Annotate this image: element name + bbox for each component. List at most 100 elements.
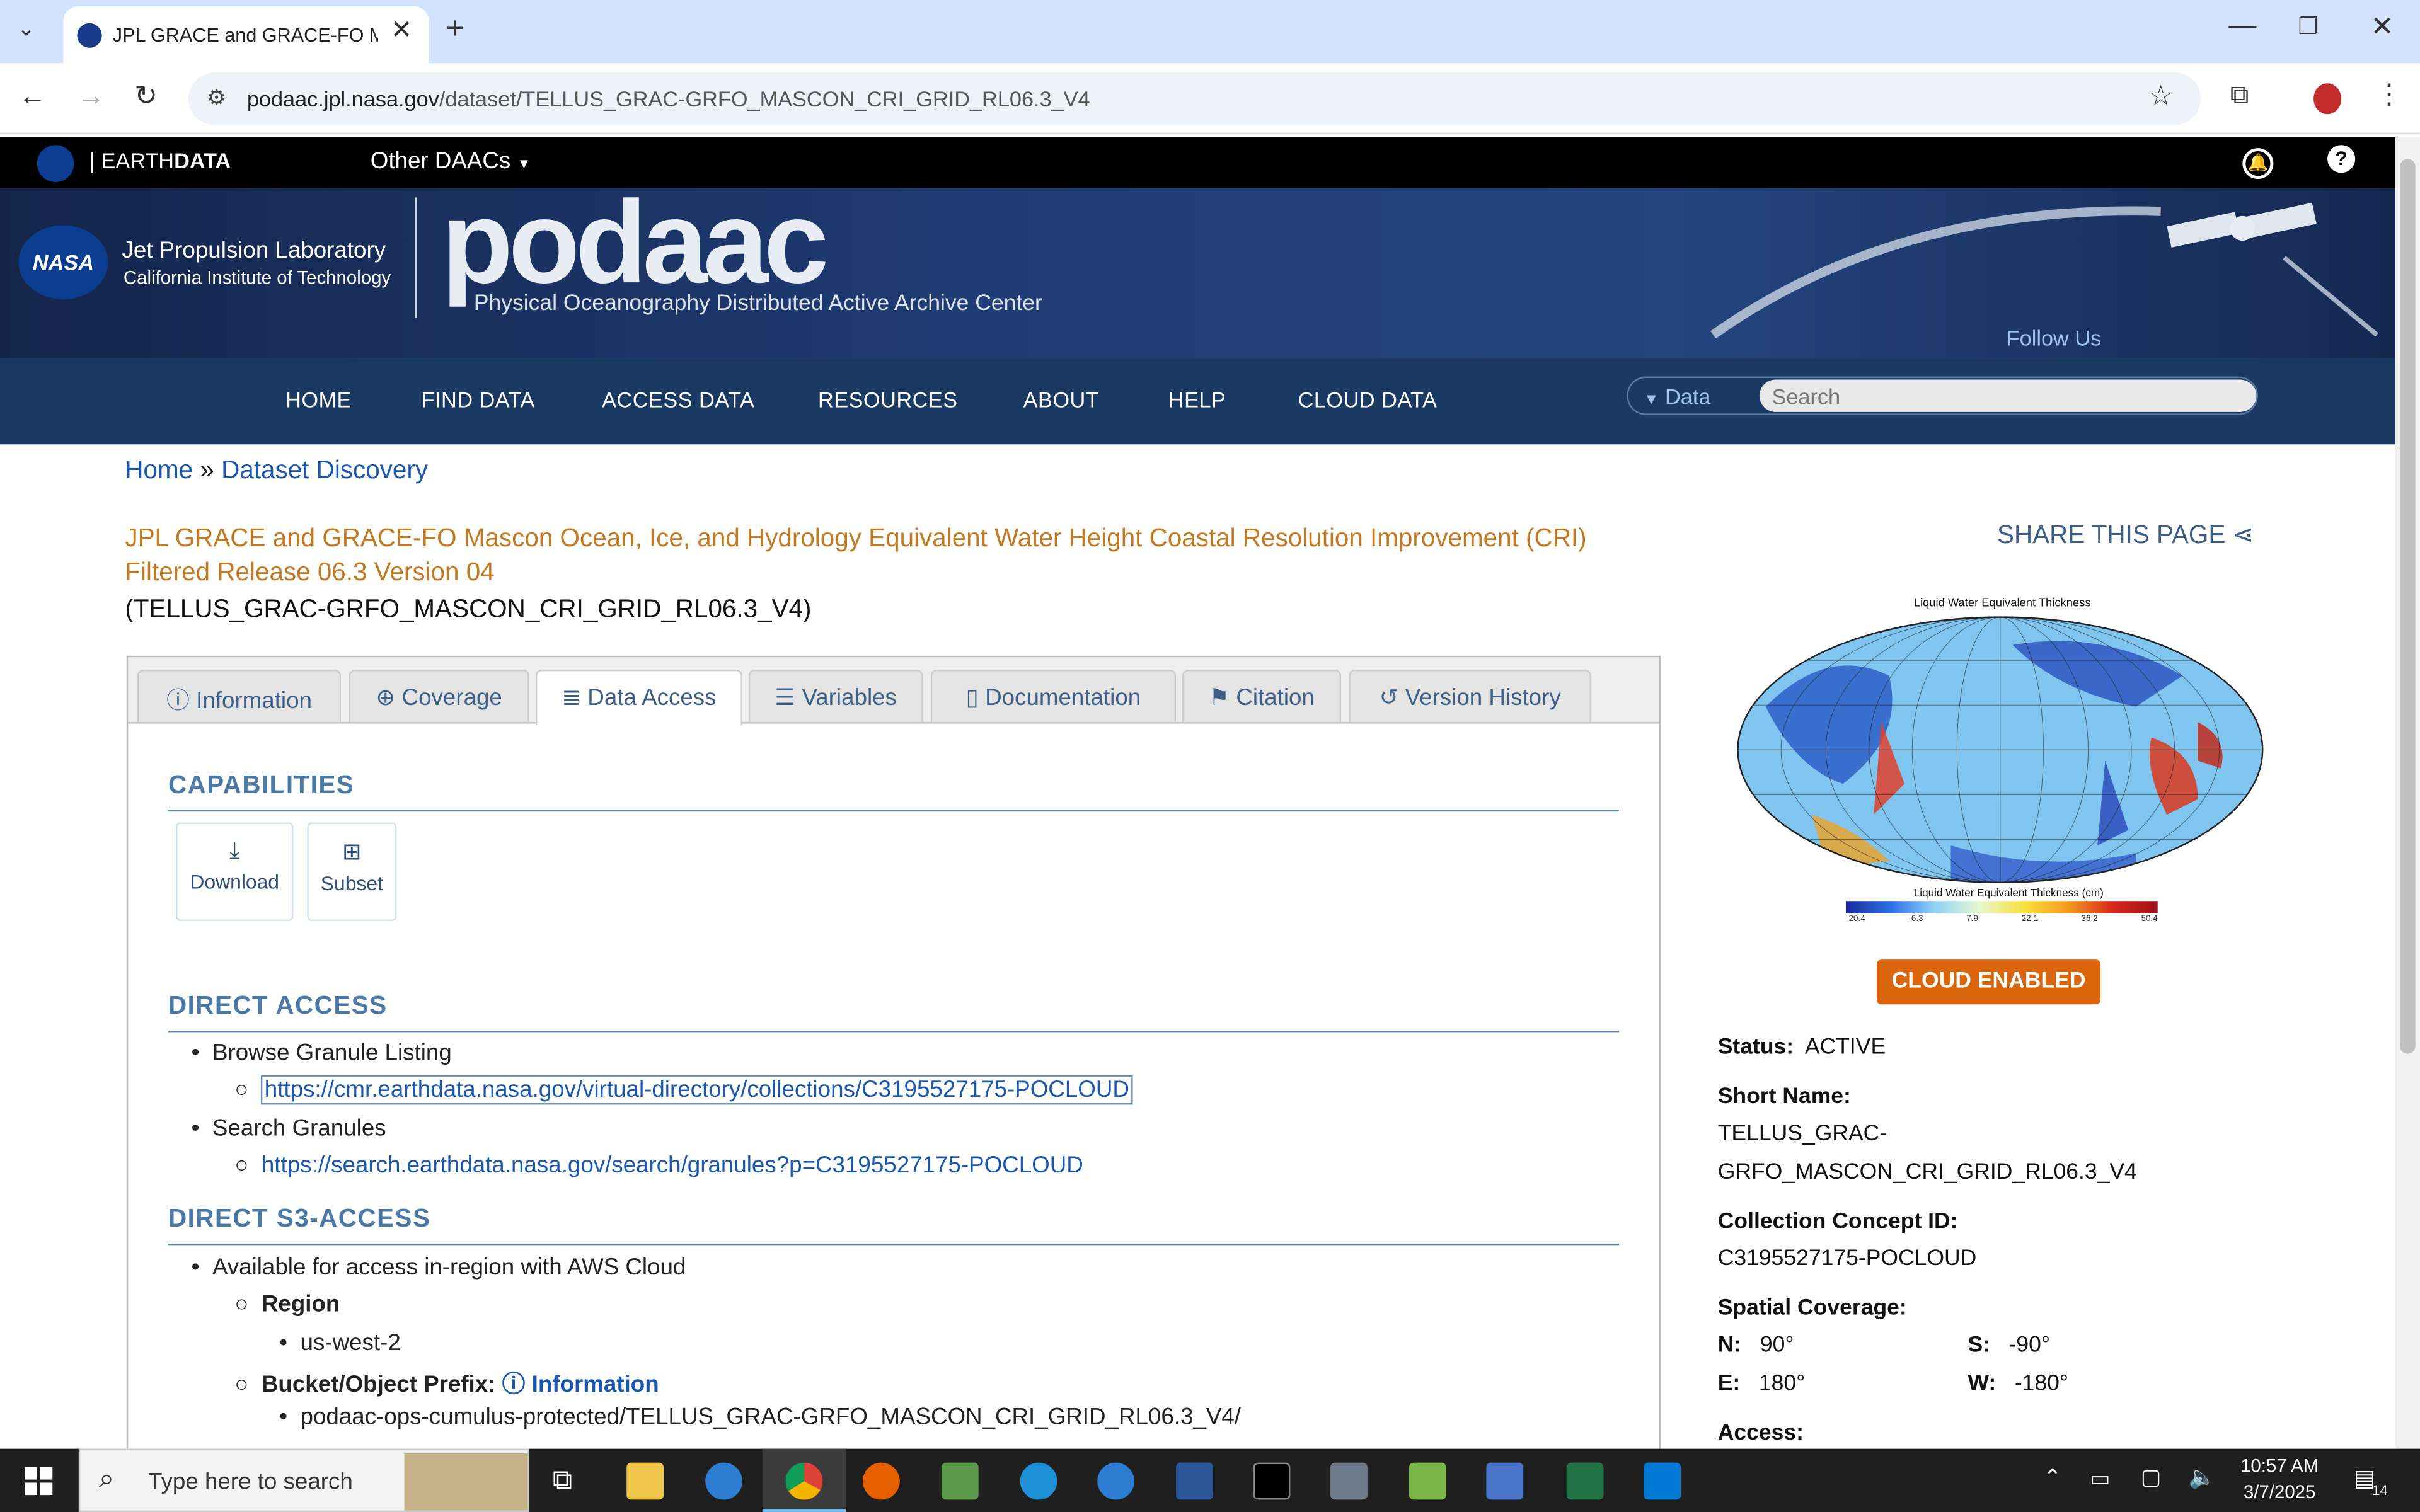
tab-citation[interactable]: ⚑ Citation bbox=[1182, 669, 1342, 723]
nav-access-data[interactable]: ACCESS DATA bbox=[602, 387, 754, 412]
browser-tab-active[interactable]: JPL GRACE and GRACE-FO Mas ✕ bbox=[63, 6, 429, 64]
tab-close-icon[interactable]: ✕ bbox=[391, 15, 413, 46]
tab-coverage-label: Coverage bbox=[401, 685, 502, 711]
colorbar-tick: 36.2 bbox=[2081, 915, 2098, 924]
nav-home[interactable]: HOME bbox=[285, 387, 352, 412]
west-bound: W: -180° bbox=[1968, 1372, 2068, 1396]
reload-icon[interactable]: ↻ bbox=[134, 80, 158, 112]
nav-help[interactable]: HELP bbox=[1168, 387, 1226, 412]
west-value: -180° bbox=[2014, 1372, 2069, 1397]
breadcrumb: Home » Dataset Discovery bbox=[125, 457, 428, 486]
help-icon[interactable]: ? bbox=[2327, 145, 2356, 173]
other-daacs-menu[interactable]: Other DAACs ▼ bbox=[371, 148, 531, 175]
url-text[interactable]: podaac.jpl.nasa.gov/dataset/TELLUS_GRAC-… bbox=[247, 86, 1090, 111]
earthdata-brand[interactable]: | EARTHDATA bbox=[89, 148, 231, 173]
info-circle-icon: ⓘ bbox=[502, 1372, 526, 1398]
search-granules-label: Search Granules bbox=[212, 1115, 386, 1142]
bucket-info-link[interactable]: ⓘ Information bbox=[502, 1372, 659, 1398]
app-icon[interactable] bbox=[1409, 1462, 1446, 1500]
windows-start-icon[interactable] bbox=[25, 1467, 53, 1496]
search-granules-link[interactable]: https://search.earthdata.nasa.gov/search… bbox=[262, 1152, 1083, 1179]
site-info-icon[interactable]: ⚙ bbox=[207, 85, 226, 112]
subset-button[interactable]: ⊞ Subset bbox=[307, 822, 397, 922]
tab-search-chevron-icon[interactable]: ⌄ bbox=[17, 15, 35, 42]
nasa-meatball-small-icon bbox=[37, 145, 74, 182]
notification-bell-icon[interactable]: 🔔 bbox=[2242, 148, 2274, 180]
tab-coverage[interactable]: ⊕ Coverage bbox=[349, 669, 530, 723]
tab-information[interactable]: ⓘ Information bbox=[137, 669, 342, 723]
east-label: E: bbox=[1717, 1372, 1741, 1397]
north-bound: N: 90° bbox=[1718, 1333, 1794, 1358]
download-button[interactable]: ⤓ Download bbox=[176, 822, 294, 922]
nasa-logo[interactable]: NASA bbox=[18, 225, 108, 300]
extensions-icon[interactable]: ⧉ bbox=[2230, 80, 2249, 111]
browse-granule-link[interactable]: https://cmr.earthdata.nasa.gov/virtual-d… bbox=[261, 1075, 1132, 1105]
breadcrumb-current[interactable]: Dataset Discovery bbox=[221, 457, 428, 484]
forward-icon[interactable]: → bbox=[77, 80, 105, 112]
taskbar-search-box[interactable]: ⌕ Type here to search bbox=[78, 1448, 530, 1512]
tab-data-access[interactable]: ≣ Data Access bbox=[535, 669, 742, 726]
volume-icon[interactable]: 🔈 bbox=[2189, 1464, 2216, 1491]
bookmark-star-icon[interactable]: ☆ bbox=[2148, 80, 2174, 112]
tab-documentation[interactable]: ▯ Documentation bbox=[930, 669, 1177, 723]
globe-icon: ⊕ bbox=[376, 685, 396, 711]
omnibox[interactable]: ⚙ podaac.jpl.nasa.gov/dataset/TELLUS_GRA… bbox=[188, 72, 2201, 125]
dataset-title-line1: JPL GRACE and GRACE-FO Mascon Ocean, Ice… bbox=[125, 524, 1587, 553]
main-nav: HOME FIND DATA ACCESS DATA RESOURCES ABO… bbox=[0, 358, 2395, 445]
short-name-line2: GRFO_MASCON_CRI_GRID_RL06.3_V4 bbox=[1717, 1160, 2137, 1185]
app-icon[interactable] bbox=[1097, 1462, 1135, 1500]
search-form: ▼ Data bbox=[1627, 376, 2258, 415]
scrollbar-thumb[interactable] bbox=[2400, 159, 2416, 1054]
file-explorer-icon[interactable] bbox=[626, 1462, 664, 1500]
word-icon[interactable] bbox=[1176, 1462, 1213, 1500]
nav-resources[interactable]: RESOURCES bbox=[818, 387, 958, 412]
nav-find-data[interactable]: FIND DATA bbox=[422, 387, 535, 412]
app-icon[interactable] bbox=[705, 1462, 742, 1500]
excel-icon[interactable] bbox=[1566, 1462, 1604, 1500]
nav-cloud-data[interactable]: CLOUD DATA bbox=[1298, 387, 1438, 412]
firefox-icon[interactable] bbox=[862, 1462, 900, 1500]
network-icon[interactable]: ▢ bbox=[2141, 1464, 2161, 1491]
share-page-button[interactable]: SHARE THIS PAGE ⋖ bbox=[1997, 520, 2254, 551]
follow-us-link[interactable]: Follow Us bbox=[2007, 326, 2102, 350]
download-icon: ⤓ bbox=[229, 837, 240, 864]
tab-version-history[interactable]: ↺ Version History bbox=[1349, 669, 1591, 723]
app-icon[interactable] bbox=[1330, 1462, 1368, 1500]
profile-avatar[interactable] bbox=[2313, 83, 2342, 115]
page-scrollbar[interactable] bbox=[2395, 137, 2420, 1449]
app-icon[interactable] bbox=[941, 1462, 979, 1500]
app-icon[interactable] bbox=[1486, 1462, 1524, 1500]
edge-icon[interactable] bbox=[1020, 1462, 1057, 1500]
breadcrumb-home[interactable]: Home bbox=[125, 457, 193, 484]
battery-icon[interactable]: ▭ bbox=[2090, 1466, 2110, 1492]
browser-menu-icon[interactable]: ⋮ bbox=[2375, 79, 2403, 111]
restore-icon[interactable]: ❐ bbox=[2298, 13, 2319, 40]
list-icon: ☰ bbox=[775, 685, 796, 711]
minimize-icon[interactable]: — bbox=[2228, 9, 2256, 42]
podaac-subtitle: Physical Oceanography Distributed Active… bbox=[473, 291, 1042, 317]
document-icon: ▯ bbox=[965, 685, 979, 711]
search-scope-dropdown[interactable]: ▼ Data bbox=[1644, 384, 1710, 409]
window-close-icon[interactable]: ✕ bbox=[2371, 11, 2394, 43]
tray-chevron-icon[interactable]: ⌃ bbox=[2043, 1464, 2061, 1491]
colorbar-tick: 50.4 bbox=[2141, 915, 2158, 924]
back-icon[interactable]: ← bbox=[18, 80, 46, 112]
chrome-icon[interactable] bbox=[785, 1462, 823, 1500]
colorbar-tick: 7.9 bbox=[1966, 915, 1979, 924]
short-name-line1: TELLUS_GRAC- bbox=[1717, 1121, 1887, 1147]
podaac-header: NASA Jet Propulsion Laboratory Californi… bbox=[0, 188, 2395, 358]
global-thickness-map[interactable] bbox=[1735, 614, 2266, 889]
list-item: • Search Granules bbox=[191, 1115, 386, 1142]
clock[interactable]: 10:57 AM 3/7/2025 bbox=[2233, 1455, 2326, 1503]
caltech-name: California Institute of Technology bbox=[123, 266, 391, 289]
earthdata-brand-right: DATA bbox=[174, 148, 231, 173]
terminal-icon[interactable] bbox=[1253, 1462, 1291, 1500]
direct-s3-heading: DIRECT S3-ACCESS bbox=[168, 1205, 1620, 1246]
nav-about[interactable]: ABOUT bbox=[1023, 387, 1100, 412]
list-item: • podaac-ops-cumulus-protected/TELLUS_GR… bbox=[279, 1404, 1241, 1431]
site-search-input[interactable] bbox=[1759, 379, 2257, 412]
tab-variables[interactable]: ☰ Variables bbox=[748, 669, 923, 723]
vscode-icon[interactable] bbox=[1644, 1462, 1681, 1500]
new-tab-icon[interactable]: + bbox=[446, 13, 464, 48]
task-view-icon[interactable]: ⧉ bbox=[553, 1464, 572, 1496]
